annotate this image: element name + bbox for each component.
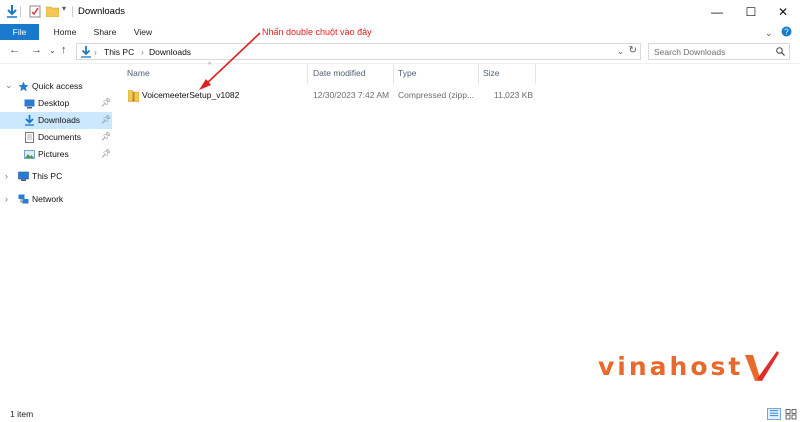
- item-count: 1 item: [10, 409, 34, 419]
- pin-icon[interactable]: 📌︎: [101, 98, 111, 107]
- vinahost-logo-mark: [745, 351, 779, 381]
- breadcrumb-downloads[interactable]: Downloads: [149, 47, 191, 57]
- breadcrumb-separator: ›: [94, 47, 97, 57]
- sidebar-item-label: Pictures: [38, 149, 69, 159]
- recent-locations-button[interactable]: ⌄: [49, 46, 56, 55]
- new-folder-icon[interactable]: [46, 5, 59, 17]
- refresh-icon[interactable]: ↻: [629, 45, 637, 56]
- sidebar-item-quick-access[interactable]: ⌄ Quick access: [0, 78, 112, 95]
- address-bar[interactable]: › This PC › Downloads ⌄ ↻: [76, 43, 641, 60]
- search-input[interactable]: Search Downloads: [654, 47, 725, 57]
- column-separator[interactable]: [535, 64, 536, 84]
- zip-folder-icon: [128, 90, 139, 102]
- tab-home[interactable]: Home: [45, 24, 85, 40]
- column-header-date-modified[interactable]: Date modified: [313, 68, 365, 78]
- address-row: ← → ⌄ ↑ › This PC › Downloads ⌄ ↻ Search…: [0, 40, 800, 64]
- tab-share[interactable]: Share: [87, 24, 123, 40]
- up-button[interactable]: ↑: [61, 44, 67, 56]
- file-type: Compressed (zipp...: [398, 90, 475, 100]
- details-view-icon[interactable]: [767, 408, 781, 420]
- download-icon: [25, 115, 34, 126]
- forward-button[interactable]: →: [31, 44, 42, 56]
- chevron-right-icon[interactable]: ›: [5, 194, 8, 204]
- sidebar-item-desktop[interactable]: Desktop 📌︎: [0, 95, 112, 112]
- star-icon: [18, 81, 29, 92]
- sidebar-item-label: Quick access: [32, 81, 83, 91]
- sidebar-item-documents[interactable]: Documents 📌︎: [0, 129, 112, 146]
- svg-text:?: ?: [784, 28, 789, 37]
- column-separator[interactable]: [478, 64, 479, 84]
- tab-view[interactable]: View: [125, 24, 161, 40]
- sidebar-item-downloads[interactable]: Downloads 📌︎: [0, 112, 112, 129]
- ribbon-expand[interactable]: ⌄ ?: [765, 26, 792, 39]
- desktop-icon: [24, 99, 35, 109]
- column-header-type[interactable]: Type: [398, 68, 416, 78]
- pictures-icon: [24, 150, 35, 159]
- sidebar-item-pictures[interactable]: Pictures 📌︎: [0, 146, 112, 163]
- column-separator[interactable]: [393, 64, 394, 84]
- window-title: Downloads: [78, 6, 125, 17]
- computer-icon: [18, 171, 29, 181]
- sidebar-item-label: Downloads: [38, 115, 81, 125]
- documents-icon: [25, 132, 34, 143]
- download-icon: [81, 46, 91, 58]
- sidebar-item-label: Desktop: [38, 98, 70, 108]
- navigation-pane: ⌄ Quick access Desktop 📌︎ Downloads 📌︎ D…: [0, 70, 114, 400]
- address-dropdown-icon[interactable]: ⌄: [617, 47, 624, 56]
- back-button[interactable]: ←: [9, 44, 20, 56]
- customize-toolbar-icon[interactable]: ▾: [62, 4, 66, 13]
- search-box[interactable]: Search Downloads: [648, 43, 790, 60]
- divider: [72, 6, 73, 17]
- sidebar-item-label: This PC: [32, 171, 63, 181]
- table-row[interactable]: VoicemeeterSetup_v1082 12/30/2023 7:42 A…: [124, 87, 536, 104]
- properties-icon[interactable]: [29, 5, 41, 18]
- breadcrumb-separator: ›: [141, 47, 144, 57]
- annotation-text: Nhấn double chuột vào đây: [262, 27, 372, 37]
- close-button[interactable]: ✕: [766, 0, 800, 24]
- column-header-name[interactable]: Name: [127, 68, 150, 78]
- sidebar-item-this-pc[interactable]: › This PC: [0, 168, 112, 185]
- file-date-modified: 12/30/2023 7:42 AM: [313, 90, 390, 100]
- help-icon[interactable]: ?: [781, 26, 792, 37]
- column-header-size[interactable]: Size: [483, 68, 500, 78]
- chevron-down-icon[interactable]: ⌄: [5, 80, 13, 91]
- sidebar-item-label: Network: [32, 194, 64, 204]
- breadcrumb-this-pc[interactable]: This PC: [104, 47, 134, 57]
- file-size: 11,023 KB: [494, 90, 534, 100]
- tab-file[interactable]: File: [0, 24, 39, 40]
- title-bar: ▾ Downloads — ☐ ✕: [0, 0, 800, 24]
- column-separator[interactable]: [307, 64, 308, 84]
- sidebar-item-label: Documents: [38, 132, 81, 142]
- pin-icon[interactable]: 📌︎: [101, 115, 111, 124]
- status-bar: 1 item: [0, 404, 800, 422]
- chevron-right-icon[interactable]: ›: [5, 171, 8, 181]
- pin-icon[interactable]: 📌︎: [101, 132, 111, 141]
- vinahost-logo: vinahost: [598, 352, 744, 381]
- chevron-down-icon[interactable]: ⌄: [765, 28, 773, 38]
- pin-icon[interactable]: 📌︎: [101, 149, 111, 158]
- annotation-arrow: [199, 32, 261, 90]
- divider: [20, 6, 21, 17]
- minimize-button[interactable]: —: [700, 0, 734, 24]
- large-icons-view-icon[interactable]: [784, 408, 798, 420]
- sidebar-item-network[interactable]: › Network: [0, 191, 112, 208]
- ribbon: File Home Share View ⌄ ?: [0, 24, 800, 40]
- download-icon[interactable]: [6, 5, 18, 18]
- network-icon: [18, 194, 29, 204]
- maximize-button[interactable]: ☐: [734, 0, 768, 24]
- search-icon[interactable]: [776, 47, 785, 56]
